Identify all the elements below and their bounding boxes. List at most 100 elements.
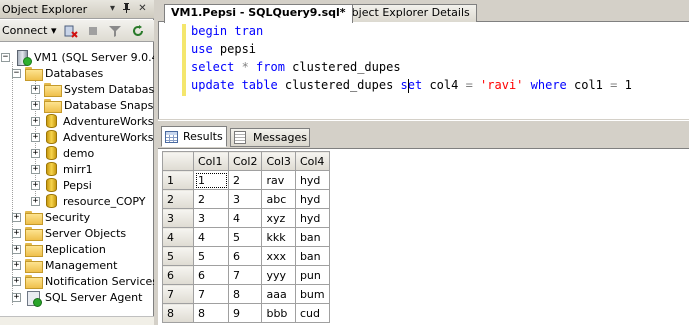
grid-cell[interactable]: 3 (227, 189, 263, 209)
tree-node-database[interactable]: + demo (31, 145, 94, 161)
tree-node-notification-services[interactable]: + Notification Services (12, 273, 154, 289)
disconnect-icon[interactable] (63, 23, 79, 39)
column-header[interactable]: Col1 (193, 151, 229, 171)
expand-icon[interactable]: + (12, 244, 21, 254)
grid-corner[interactable] (162, 151, 194, 171)
expand-icon[interactable]: + (31, 132, 40, 142)
code-line[interactable]: update table clustered_dupes set col4 = … (191, 77, 632, 94)
grid-cell[interactable]: 7 (193, 284, 229, 304)
grid-cell[interactable]: 8 (227, 284, 263, 304)
tree-node-sql-agent[interactable]: + SQL Server Agent (12, 289, 142, 307)
expand-icon[interactable]: + (31, 164, 40, 174)
grid-cell[interactable]: 5 (193, 246, 229, 266)
grid-cell[interactable]: 6 (227, 246, 263, 266)
table-row[interactable]: 6 6 7 yyy pun (162, 265, 330, 285)
table-row[interactable]: 4 4 5 kkk ban (162, 227, 330, 247)
tab-messages[interactable]: Messages (230, 128, 310, 147)
grid-cell[interactable]: 8 (193, 303, 229, 323)
connect-button[interactable]: Connect ▾ (1, 23, 57, 39)
code-line[interactable]: begin tran (191, 23, 263, 40)
grid-cell[interactable]: 3 (193, 208, 229, 228)
query-editor[interactable]: begin tran use pepsi select * from clust… (158, 22, 689, 140)
grid-cell[interactable]: pun (294, 265, 330, 285)
column-header[interactable]: Col2 (227, 151, 263, 171)
grid-cell[interactable]: ban (294, 227, 330, 247)
table-row[interactable]: 3 3 4 xyz hyd (162, 208, 330, 228)
pin-icon[interactable] (120, 2, 133, 16)
grid-cell[interactable]: yyy (261, 265, 296, 285)
column-header[interactable]: Col3 (261, 151, 296, 171)
tree-node-management[interactable]: + Management (12, 257, 117, 273)
expand-icon[interactable]: + (12, 276, 21, 286)
filter-icon[interactable] (107, 23, 123, 39)
row-number[interactable]: 8 (162, 303, 194, 323)
grid-cell[interactable]: bbb (261, 303, 296, 323)
table-row[interactable]: 7 7 8 aaa bum (162, 284, 330, 304)
grid-cell[interactable]: hyd (294, 208, 330, 228)
grid-cell[interactable]: abc (261, 189, 296, 209)
stop-icon[interactable] (85, 23, 101, 39)
table-row[interactable]: 5 5 6 xxx ban (162, 246, 330, 266)
row-number[interactable]: 4 (162, 227, 194, 247)
table-row[interactable]: 1 1 2 rav hyd (162, 170, 330, 190)
horizontal-scrollbar[interactable] (0, 316, 154, 325)
grid-cell[interactable]: 4 (227, 208, 263, 228)
expand-icon[interactable]: + (31, 180, 40, 190)
expand-icon[interactable]: + (31, 100, 40, 110)
column-header[interactable]: Col4 (294, 151, 330, 171)
row-number[interactable]: 2 (162, 189, 194, 209)
grid-cell[interactable]: 2 (227, 170, 263, 190)
expand-icon[interactable]: + (12, 212, 21, 222)
expand-icon[interactable]: + (12, 228, 21, 238)
tree-node-database[interactable]: + resource_COPY (31, 193, 146, 209)
grid-cell[interactable]: 9 (227, 303, 263, 323)
tree-node-server-objects[interactable]: + Server Objects (12, 225, 126, 241)
collapse-icon[interactable]: − (1, 52, 10, 62)
tree-node-database[interactable]: + mirr1 (31, 161, 93, 177)
close-icon[interactable]: ✕ (136, 2, 149, 16)
results-grid[interactable]: Col1 Col2 Col3 Col4 1 1 2 rav hyd 2 2 3 abc hyd 3 3… (162, 151, 330, 323)
grid-cell[interactable]: 2 (193, 189, 229, 209)
grid-cell[interactable]: xyz (261, 208, 296, 228)
row-number[interactable]: 7 (162, 284, 194, 304)
tab-query-editor[interactable]: VM1.Pepsi - SQLQuery9.sql* (164, 4, 353, 23)
tree-node-security[interactable]: + Security (12, 209, 90, 225)
grid-cell[interactable]: ban (294, 246, 330, 266)
tree-node-database[interactable]: + System Database (31, 81, 154, 97)
tree-node-database[interactable]: + Pepsi (31, 177, 92, 193)
tab-object-explorer-details[interactable]: Object Explorer Details (336, 4, 477, 22)
expand-icon[interactable]: + (31, 196, 40, 206)
grid-cell[interactable]: aaa (261, 284, 296, 304)
expand-icon[interactable]: + (31, 148, 40, 158)
tree-node-database[interactable]: + AdventureWorks (31, 129, 153, 145)
row-number[interactable]: 5 (162, 246, 194, 266)
grid-cell[interactable]: 4 (193, 227, 229, 247)
grid-cell[interactable]: 7 (227, 265, 263, 285)
tree-node-server[interactable]: − VM1 (SQL Server 9.0.403 (1, 49, 154, 66)
row-number[interactable]: 6 (162, 265, 194, 285)
row-number[interactable]: 1 (162, 170, 194, 190)
grid-cell[interactable]: 5 (227, 227, 263, 247)
grid-cell[interactable]: 1 (193, 170, 229, 190)
tree-node-database[interactable]: + Database Snapsh (31, 97, 154, 113)
grid-cell[interactable]: hyd (294, 189, 330, 209)
refresh-icon[interactable] (130, 23, 146, 39)
expand-icon[interactable]: + (31, 116, 40, 126)
expand-icon[interactable]: + (31, 84, 40, 94)
table-row[interactable]: 2 2 3 abc hyd (162, 189, 330, 209)
tree-node-database[interactable]: + AdventureWorks (31, 113, 153, 129)
expand-icon[interactable]: + (12, 260, 21, 270)
row-number[interactable]: 3 (162, 208, 194, 228)
tree-node-replication[interactable]: + Replication (12, 241, 106, 257)
code-line[interactable]: select * from clustered_dupes (191, 59, 401, 76)
grid-cell[interactable]: kkk (261, 227, 296, 247)
grid-cell[interactable]: 6 (193, 265, 229, 285)
grid-cell[interactable]: xxx (261, 246, 296, 266)
code-line[interactable]: use pepsi (191, 41, 256, 58)
grid-cell[interactable]: rav (261, 170, 296, 190)
grid-cell[interactable]: hyd (294, 170, 330, 190)
grid-cell[interactable]: bum (294, 284, 330, 304)
grid-cell[interactable]: cud (294, 303, 330, 323)
expand-icon[interactable]: + (12, 292, 21, 302)
collapse-icon[interactable]: − (12, 68, 21, 78)
